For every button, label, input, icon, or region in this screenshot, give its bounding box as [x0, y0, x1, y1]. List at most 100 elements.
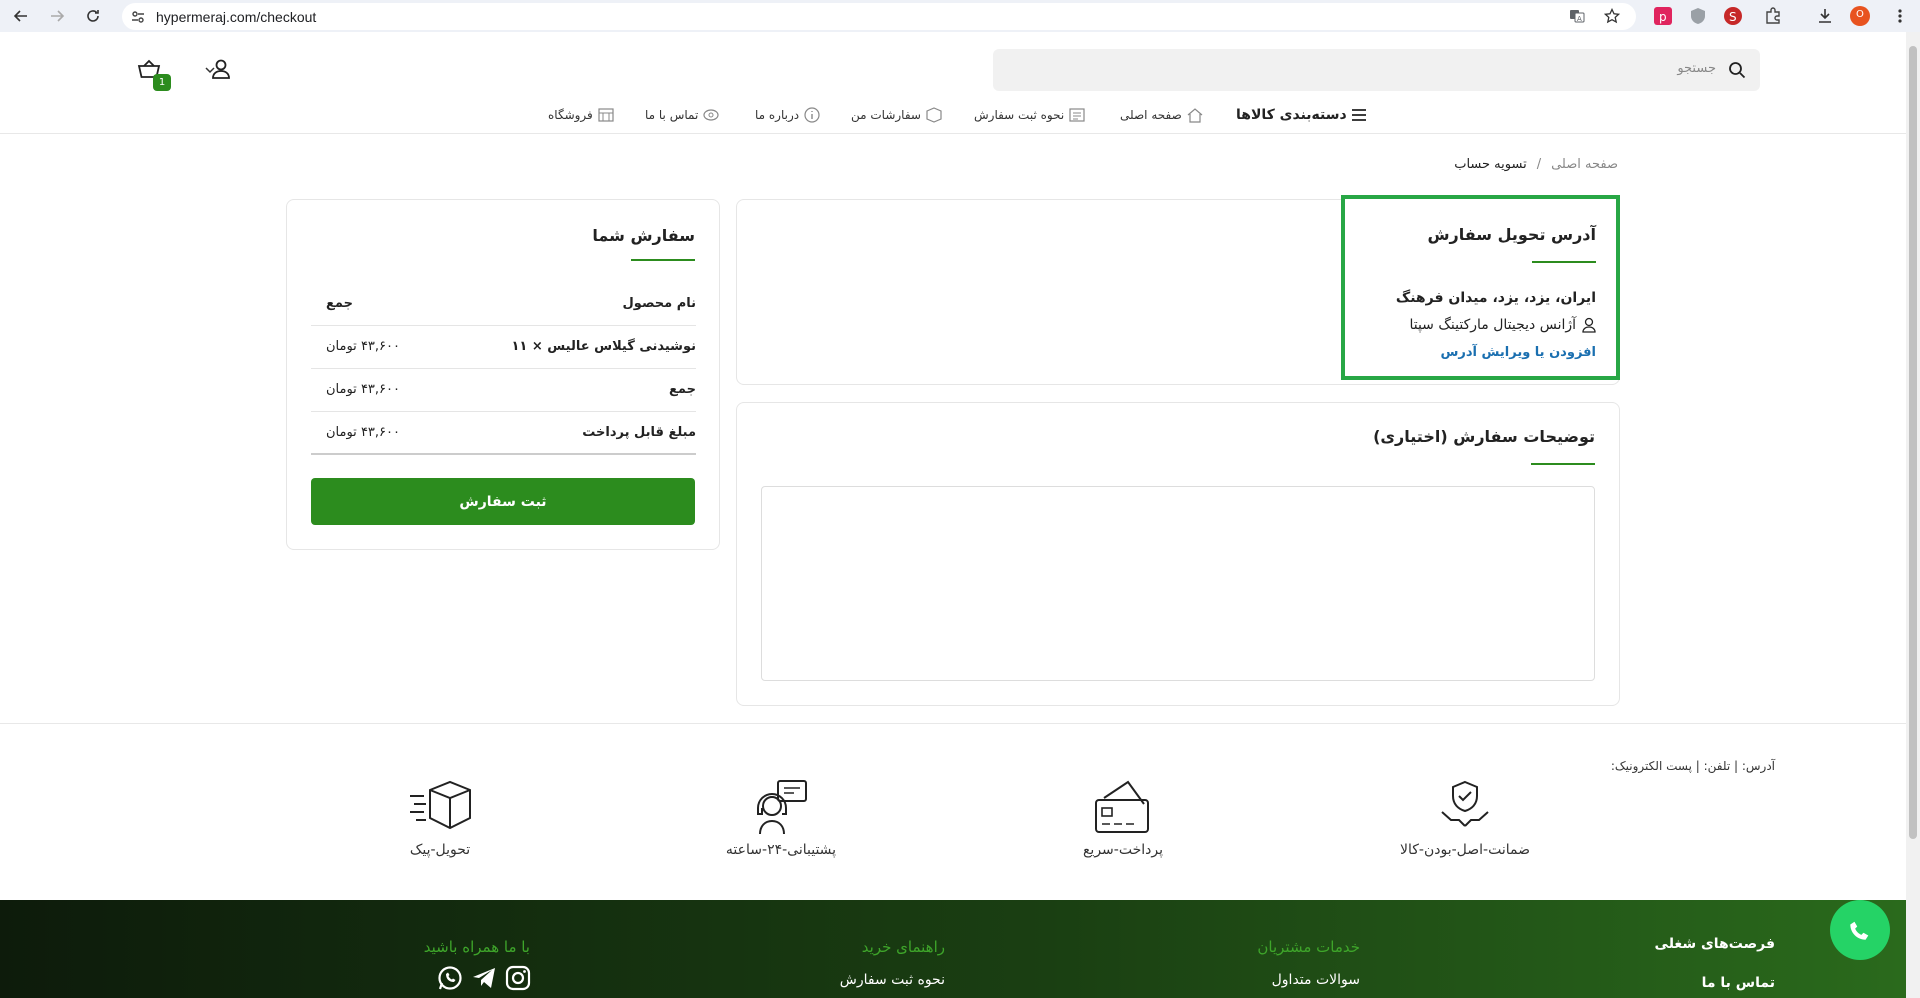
menu-about-label: درباره ما — [755, 108, 800, 122]
whatsapp-chat-button[interactable] — [1830, 900, 1890, 960]
menu-categories-label: دسته‌بندی کالاها — [1236, 107, 1347, 123]
delivery-address-highlight: آدرس تحویل سفارش ایران، یزد، یزد، میدان … — [1341, 195, 1620, 380]
footer-contact-line: آدرس: | تلفن: | پست الکترونیک: — [1610, 759, 1775, 773]
page-scrollbar[interactable] — [1906, 32, 1920, 998]
header-product: نام محصول — [622, 296, 696, 311]
main-menu: دسته‌بندی کالاها صفحه اصلی نحوه ثبت سفار… — [0, 102, 1906, 128]
footer-link-faq[interactable]: سوالات متداول — [1272, 972, 1360, 988]
menu-how-to-order[interactable]: نحوه ثبت سفارش — [974, 102, 1086, 128]
title-underline — [1532, 261, 1596, 263]
url-text: hypermeraj.com/checkout — [156, 8, 317, 25]
profile-initial: O — [1856, 9, 1864, 20]
menu-home[interactable]: صفحه اصلی — [1120, 102, 1204, 128]
row-value: ۴۳,۶۰۰ تومان — [326, 382, 400, 397]
search-icon[interactable] — [1728, 61, 1746, 79]
search-placeholder: جستجو — [1677, 61, 1716, 76]
download-icon[interactable] — [1815, 6, 1835, 26]
menu-contact[interactable]: تماس با ما — [645, 102, 720, 128]
feature-label: تحویل-پیک — [409, 842, 471, 858]
footer: فرصت‌های شغلی تماس با ما خدمات مشتریان س… — [0, 900, 1906, 998]
hand-shield-icon — [1385, 778, 1545, 836]
footer-link-contact[interactable]: تماس با ما — [1702, 975, 1775, 991]
site-settings-icon[interactable] — [130, 9, 146, 25]
feature-item: تحویل-پیک — [360, 778, 520, 858]
menu-home-label: صفحه اصلی — [1120, 108, 1182, 122]
telegram-icon[interactable] — [471, 965, 497, 991]
notes-title: توضیحات سفارش (اختیاری) — [1373, 427, 1595, 446]
order-title: سفارش شما — [592, 226, 695, 245]
svg-text:S: S — [1729, 10, 1737, 24]
title-underline — [1531, 463, 1595, 465]
footer-heading-buy-guide: راهنمای خرید — [861, 938, 945, 956]
footer-link-how-to-order[interactable]: نحوه ثبت سفارش — [840, 972, 945, 988]
fast-box-icon — [360, 778, 520, 836]
footer-link-jobs[interactable]: فرصت‌های شغلی — [1655, 936, 1775, 952]
menu-categories[interactable]: دسته‌بندی کالاها — [1236, 102, 1367, 128]
breadcrumb: صفحه اصلی / تسویه حساب — [1454, 157, 1618, 172]
cart-count-badge: 1 — [153, 74, 171, 91]
svg-text:A: A — [1577, 15, 1582, 23]
breadcrumb-home[interactable]: صفحه اصلی — [1551, 157, 1618, 172]
pinterest-extension-icon[interactable]: p — [1653, 6, 1673, 26]
table-row: مبلغ قابل پرداخت ۴۳,۶۰۰ تومان — [311, 412, 696, 455]
address-bar[interactable]: hypermeraj.com/checkout A — [122, 3, 1636, 30]
row-label: مبلغ قابل پرداخت — [582, 425, 696, 440]
profile-avatar[interactable]: O — [1850, 6, 1870, 26]
feature-label: پشتیبانی-۲۴-ساعته — [725, 842, 837, 858]
shield-extension-icon[interactable] — [1688, 6, 1708, 26]
browser-menu-icon[interactable] — [1890, 6, 1910, 26]
place-order-button[interactable]: ثبت سفارش — [311, 478, 695, 525]
extensions-puzzle-icon[interactable] — [1763, 6, 1783, 26]
feature-item: پرداخت-سریع — [1043, 778, 1203, 858]
section-divider — [0, 723, 1906, 724]
translate-icon[interactable]: A — [1567, 6, 1587, 26]
search-input[interactable]: جستجو — [993, 49, 1760, 91]
menu-how-to-order-label: نحوه ثبت سفارش — [974, 108, 1065, 122]
order-table: نام محصول جمع نوشیدنی گیلاس عالیس × ۱۱ ۴… — [311, 283, 696, 455]
person-icon — [1582, 317, 1596, 333]
table-row: جمع ۴۳,۶۰۰ تومان — [311, 369, 696, 412]
instagram-icon[interactable] — [505, 965, 531, 991]
title-underline — [631, 259, 695, 261]
edit-address-link[interactable]: افزودن یا ویرایش آدرس — [1440, 345, 1596, 360]
card-icon — [1043, 778, 1203, 836]
hamburger-icon — [1351, 108, 1367, 122]
recipient-row: آژانس دیجیتال مارکتینگ سپتا — [1409, 317, 1596, 333]
browser-toolbar: hypermeraj.com/checkout A p S O — [0, 0, 1920, 32]
menu-my-orders-label: سفارشات من — [851, 108, 921, 122]
menu-my-orders[interactable]: سفارشات من — [851, 102, 943, 128]
address-title: آدرس تحویل سفارش — [1427, 225, 1596, 244]
scrollbar-thumb[interactable] — [1909, 46, 1917, 839]
phone-icon — [702, 107, 720, 123]
user-account-icon[interactable] — [210, 58, 232, 80]
footer-heading-customer-services: خدمات مشتریان — [1257, 938, 1360, 956]
menu-shop[interactable]: فروشگاه — [548, 102, 615, 128]
bookmark-star-icon[interactable] — [1602, 6, 1622, 26]
info-icon — [803, 107, 821, 123]
menu-shop-label: فروشگاه — [548, 108, 593, 122]
table-header-row: نام محصول جمع — [311, 283, 696, 326]
menu-about[interactable]: درباره ما — [755, 102, 821, 128]
footer-heading-follow-us: با ما همراه باشید — [423, 938, 530, 956]
forward-icon[interactable] — [46, 5, 68, 27]
whatsapp-icon[interactable] — [437, 965, 463, 991]
feature-item: پشتیبانی-۲۴-ساعته — [701, 778, 861, 858]
whatsapp-icon — [1842, 912, 1878, 948]
feature-label: ضمانت-اصل-بودن-کالا — [1400, 842, 1530, 858]
reload-icon[interactable] — [82, 5, 104, 27]
row-label: نوشیدنی گیلاس عالیس × ۱۱ — [511, 339, 696, 354]
list-icon — [1068, 107, 1086, 123]
table-row: نوشیدنی گیلاس عالیس × ۱۱ ۴۳,۶۰۰ تومان — [311, 326, 696, 369]
svg-text:p: p — [1659, 10, 1667, 24]
row-label: جمع — [669, 382, 696, 397]
address-text: ایران، یزد، یزد، میدان فرهنگ — [1395, 290, 1596, 306]
feature-label: پرداخت-سریع — [1082, 842, 1163, 858]
s-extension-icon[interactable]: S — [1723, 6, 1743, 26]
breadcrumb-separator: / — [1536, 157, 1542, 172]
recipient-name: آژانس دیجیتال مارکتینگ سپتا — [1409, 317, 1576, 333]
order-notes-textarea[interactable] — [761, 486, 1595, 681]
back-icon[interactable] — [10, 5, 32, 27]
header-total: جمع — [326, 296, 353, 311]
breadcrumb-current: تسویه حساب — [1454, 157, 1527, 172]
box-icon — [925, 107, 943, 123]
